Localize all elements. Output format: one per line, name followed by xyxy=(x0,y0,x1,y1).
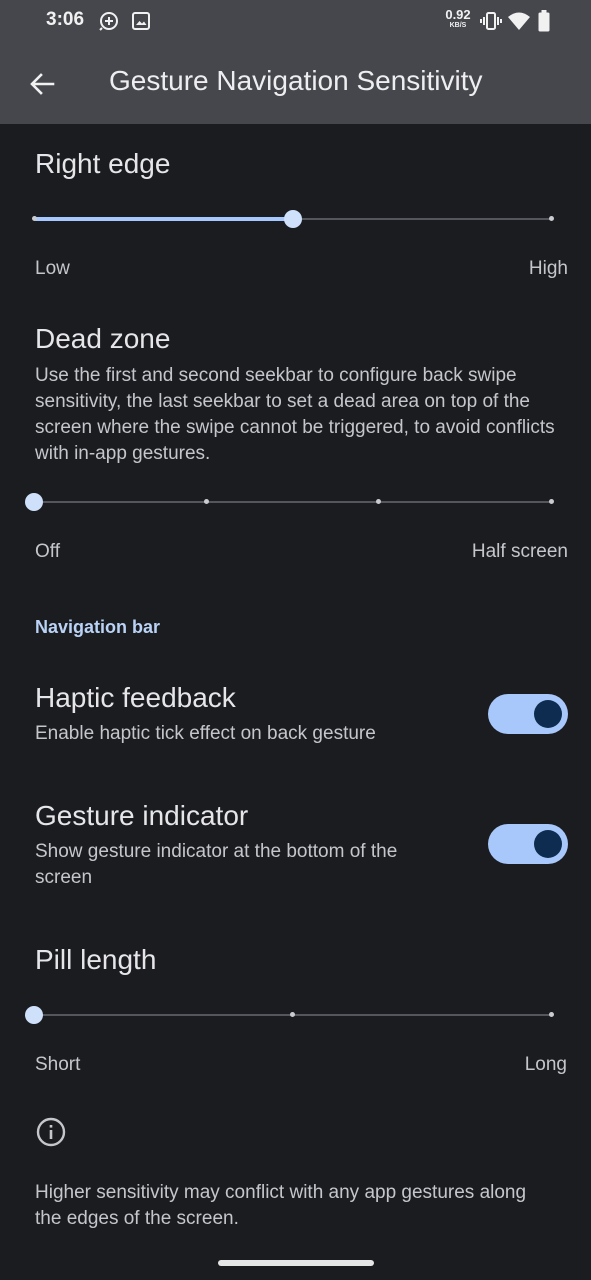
gesture-indicator-toggle[interactable] xyxy=(488,824,568,864)
battery-icon xyxy=(538,10,550,37)
pill-length-title: Pill length xyxy=(35,944,157,975)
arrow-back-icon xyxy=(30,73,55,95)
app-bar: 3:06 0.92 KB/S Gesture Navigation Sensit… xyxy=(0,0,591,124)
net-speed-unit: KB/S xyxy=(449,22,467,29)
haptic-feedback-title: Haptic feedback xyxy=(35,682,236,713)
wifi-icon xyxy=(507,11,531,36)
gesture-indicator-title: Gesture indicator xyxy=(35,800,249,831)
pill-length-slider[interactable] xyxy=(25,1004,559,1026)
slider-tick-start xyxy=(32,216,37,221)
slider-active-track xyxy=(34,217,293,221)
slider-tick xyxy=(549,1012,554,1017)
slider-track xyxy=(34,501,551,503)
right-edge-low-label: Low xyxy=(35,258,70,279)
right-edge-high-label: High xyxy=(528,258,568,279)
vibrate-icon xyxy=(480,11,502,36)
footer-note: Higher sensitivity may conflict with any… xyxy=(35,1182,527,1229)
dead-zone-min-label: Off xyxy=(35,541,60,562)
toggle-knob xyxy=(534,700,562,728)
navigation-bar-section-header: Navigation bar xyxy=(35,617,161,637)
sync-plus-icon xyxy=(98,10,120,37)
gesture-indicator-summary: Show gesture indicator at the bottom of … xyxy=(35,841,398,888)
home-gesture-bar[interactable] xyxy=(218,1260,374,1266)
back-button[interactable] xyxy=(22,64,62,104)
dead-zone-description: Use the first and second seekbar to conf… xyxy=(35,365,555,464)
slider-tick xyxy=(204,499,209,504)
slider-thumb[interactable] xyxy=(25,1006,43,1024)
slider-tick xyxy=(376,499,381,504)
right-edge-title: Right edge xyxy=(35,148,171,179)
page-title: Gesture Navigation Sensitivity xyxy=(109,65,483,96)
info-icon xyxy=(36,1117,66,1147)
right-edge-slider[interactable] xyxy=(26,208,559,230)
slider-tick-end xyxy=(549,216,554,221)
status-time: 3:06 xyxy=(46,9,85,30)
slider-tick xyxy=(549,499,554,504)
dead-zone-slider[interactable] xyxy=(25,491,559,513)
haptic-feedback-toggle[interactable] xyxy=(488,694,568,734)
slider-tick xyxy=(290,1012,295,1017)
net-speed-value: 0.92 xyxy=(445,7,471,22)
dead-zone-max-label: Half screen xyxy=(471,541,568,562)
dead-zone-title: Dead zone xyxy=(35,323,171,354)
gallery-icon xyxy=(131,11,151,36)
slider-thumb[interactable] xyxy=(283,210,302,228)
toggle-knob xyxy=(534,830,562,858)
net-speed: 0.92 KB/S xyxy=(443,8,473,29)
slider-thumb[interactable] xyxy=(25,493,43,511)
pill-length-min-label: Short xyxy=(35,1054,81,1075)
pill-length-max-label: Long xyxy=(524,1054,567,1075)
haptic-feedback-summary: Enable haptic tick effect on back gestur… xyxy=(35,723,376,744)
